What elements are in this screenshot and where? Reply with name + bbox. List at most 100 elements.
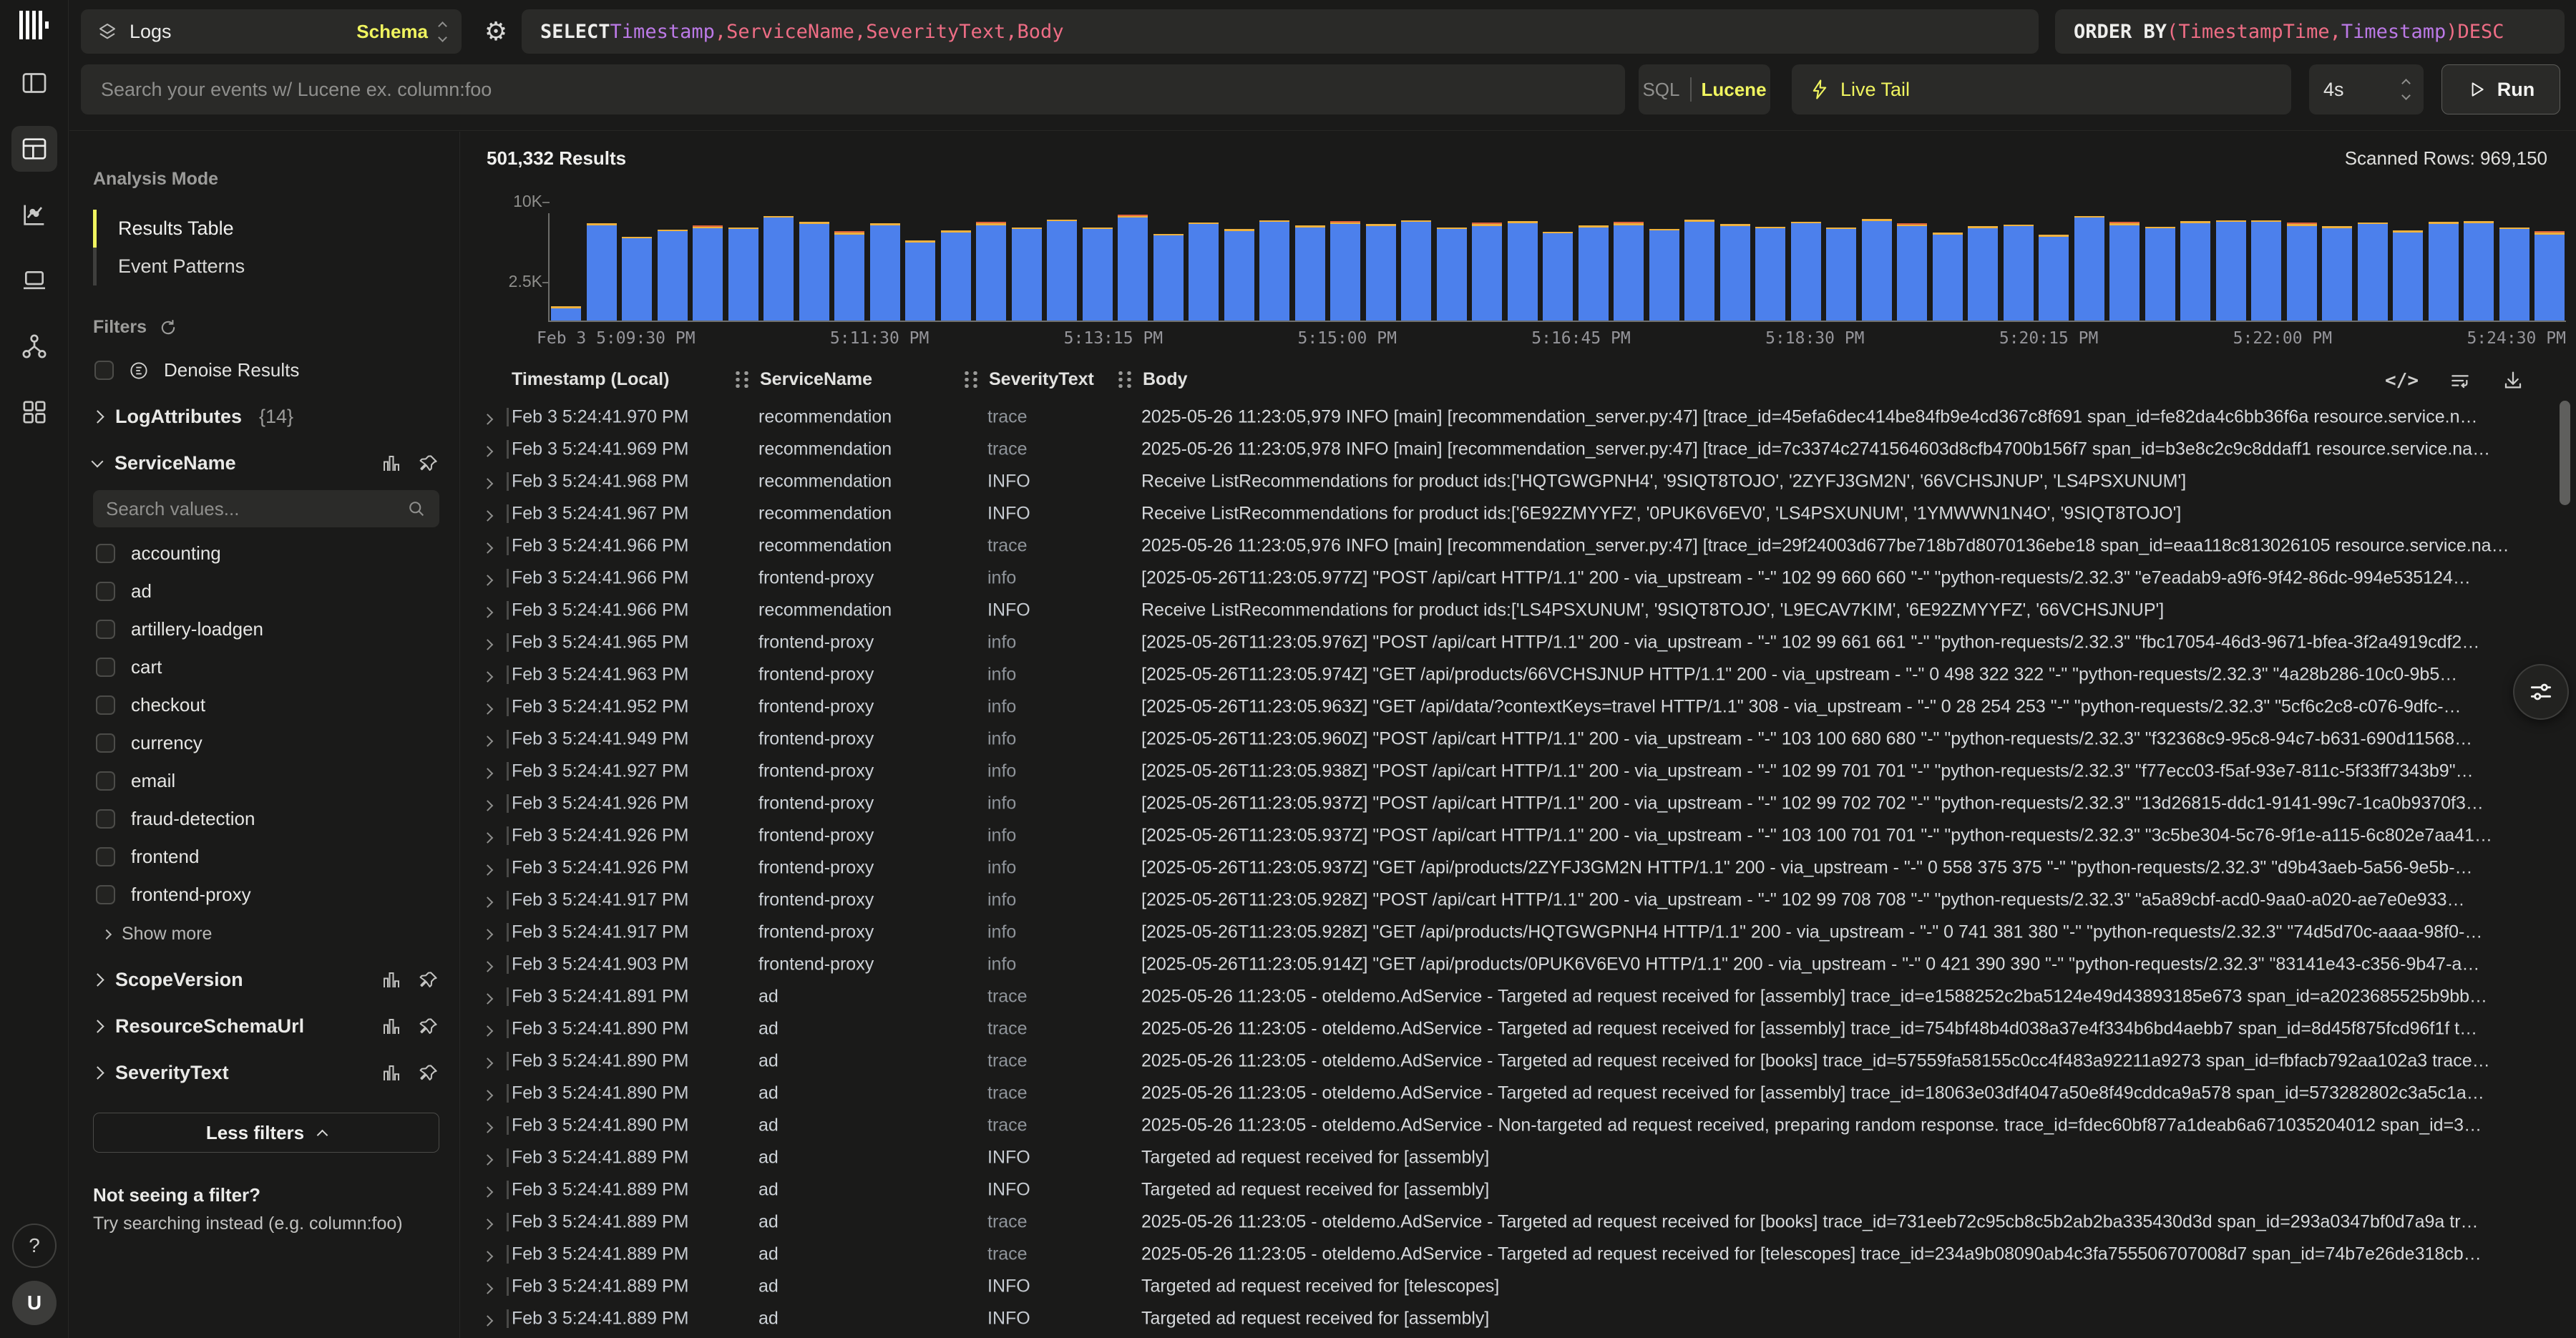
checkbox[interactable] [96, 847, 115, 866]
drag-handle-icon[interactable] [1117, 371, 1133, 388]
table-row[interactable]: Feb 3 5:24:41.963 PMfrontend-proxyinfo[2… [461, 658, 2576, 690]
checkbox[interactable] [96, 809, 115, 829]
histogram-bar[interactable] [658, 230, 688, 321]
row-expand-chevron[interactable] [484, 567, 492, 589]
less-filters-button[interactable]: Less filters [93, 1113, 439, 1153]
checkbox[interactable] [96, 885, 115, 904]
table-row[interactable]: Feb 3 5:24:41.889 PMadINFOTargeted ad re… [461, 1141, 2576, 1173]
run-button[interactable]: Run [2441, 64, 2560, 114]
sidebar-item-panels[interactable] [0, 50, 69, 116]
table-row[interactable]: Feb 3 5:24:41.926 PMfrontend-proxyinfo[2… [461, 851, 2576, 884]
row-expand-chevron[interactable] [484, 1307, 492, 1329]
table-row[interactable]: Feb 3 5:24:41.970 PMrecommendationtrace2… [461, 401, 2576, 433]
histogram-bar[interactable] [2074, 216, 2104, 321]
histogram-bar[interactable] [1153, 234, 1184, 321]
column-settings-fab[interactable] [2513, 664, 2569, 720]
row-expand-chevron[interactable] [484, 856, 492, 879]
histogram-bar[interactable] [1684, 220, 1714, 321]
row-expand-chevron[interactable] [484, 953, 492, 975]
histogram-bar[interactable] [622, 237, 652, 321]
histogram-bar[interactable] [1189, 223, 1219, 321]
checkbox[interactable] [96, 544, 115, 563]
row-expand-chevron[interactable] [484, 824, 492, 846]
row-expand-chevron[interactable] [484, 728, 492, 750]
group-chart-icon[interactable] [381, 453, 402, 474]
histogram-bar[interactable] [1047, 220, 1077, 321]
histogram-bar[interactable] [1614, 222, 1644, 321]
query-language-toggle[interactable]: SQL Lucene [1639, 64, 1770, 114]
service-filter-email[interactable]: email [93, 762, 439, 800]
sidebar-item-search-logs[interactable] [0, 116, 69, 182]
histogram-bar[interactable] [976, 222, 1006, 321]
histogram-bar[interactable] [2358, 223, 2388, 321]
histogram-bar[interactable] [2393, 230, 2423, 321]
histogram-bar[interactable] [799, 222, 829, 321]
histogram-bar[interactable] [728, 228, 758, 321]
show-more-button[interactable]: Show more [103, 924, 439, 944]
row-expand-chevron[interactable] [484, 921, 492, 943]
service-filter-currency[interactable]: currency [93, 724, 439, 762]
histogram-bar[interactable] [1579, 225, 1609, 321]
table-row[interactable]: Feb 3 5:24:41.968 PMrecommendationINFORe… [461, 465, 2576, 497]
histogram-bar[interactable] [1933, 233, 1963, 321]
table-row[interactable]: Feb 3 5:24:41.969 PMrecommendationtrace2… [461, 433, 2576, 465]
row-expand-chevron[interactable] [484, 1050, 492, 1072]
row-expand-chevron[interactable] [484, 1275, 492, 1297]
row-expand-chevron[interactable] [484, 534, 492, 557]
live-tail-button[interactable]: Live Tail [1792, 64, 2291, 114]
sidebar-item-service-map[interactable] [0, 313, 69, 379]
table-row[interactable]: Feb 3 5:24:41.926 PMfrontend-proxyinfo[2… [461, 787, 2576, 819]
stepper-arrows-icon[interactable] [2403, 80, 2409, 99]
table-row[interactable]: Feb 3 5:24:41.890 PMadtrace2025-05-26 11… [461, 1077, 2576, 1109]
row-expand-chevron[interactable] [484, 599, 492, 621]
vertical-scrollbar[interactable] [2560, 401, 2570, 505]
checkbox[interactable] [96, 695, 115, 715]
row-expand-chevron[interactable] [484, 663, 492, 685]
histogram-bar[interactable] [2145, 227, 2175, 321]
filter-group-servicename[interactable]: ServiceName [93, 452, 439, 474]
row-expand-chevron[interactable] [484, 438, 492, 460]
histogram-bar[interactable] [551, 306, 581, 321]
table-row[interactable]: Feb 3 5:24:41.966 PMrecommendationtrace2… [461, 529, 2576, 562]
histogram-bar[interactable] [2004, 225, 2034, 321]
histogram-bar[interactable] [1224, 229, 1254, 321]
histogram-bar[interactable] [2322, 226, 2352, 321]
search-input[interactable]: Search your events w/ Lucene ex. column:… [81, 64, 1625, 114]
download-icon[interactable] [2502, 369, 2524, 392]
group-pin-icon[interactable] [418, 1063, 439, 1084]
col-timestamp[interactable]: Timestamp (Local) [512, 369, 669, 390]
row-expand-chevron[interactable] [484, 695, 492, 718]
histogram-bar[interactable] [1968, 226, 1998, 321]
histogram-bar[interactable] [2180, 221, 2210, 321]
histogram-bar[interactable] [587, 223, 617, 321]
histogram-bar[interactable] [2429, 222, 2459, 321]
sql-order-by-editor[interactable]: ORDER BY (TimestampTime, Timestamp) DESC [2055, 9, 2565, 54]
row-expand-chevron[interactable] [484, 470, 492, 492]
drag-handle-icon[interactable] [963, 371, 979, 388]
row-expand-chevron[interactable] [484, 792, 492, 814]
service-filter-frontend-proxy[interactable]: frontend-proxy [93, 876, 439, 914]
avatar[interactable]: U [12, 1281, 57, 1325]
row-expand-chevron[interactable] [484, 1017, 492, 1040]
histogram-bar[interactable] [870, 223, 900, 321]
sidebar-item-sessions[interactable] [0, 248, 69, 313]
table-row[interactable]: Feb 3 5:24:41.966 PMfrontend-proxyinfo[2… [461, 562, 2576, 594]
row-expand-chevron[interactable] [484, 985, 492, 1007]
table-row[interactable]: Feb 3 5:24:41.891 PMadtrace2025-05-26 11… [461, 980, 2576, 1012]
table-row[interactable]: Feb 3 5:24:41.889 PMadINFOTargeted ad re… [461, 1270, 2576, 1302]
filter-group-severitytext[interactable]: SeverityText [93, 1062, 439, 1084]
checkbox[interactable] [96, 620, 115, 639]
histogram-bar[interactable] [905, 240, 935, 321]
histogram-bars[interactable] [548, 213, 2566, 322]
row-expand-chevron[interactable] [484, 1082, 492, 1104]
mode-event-patterns[interactable]: Event Patterns [93, 248, 439, 285]
table-row[interactable]: Feb 3 5:24:41.917 PMfrontend-proxyinfo[2… [461, 916, 2576, 948]
sidebar-item-dashboards[interactable] [0, 379, 69, 445]
histogram-bar[interactable] [1826, 228, 1856, 321]
histogram-bar[interactable] [1755, 227, 1785, 321]
row-expand-chevron[interactable] [484, 889, 492, 911]
col-severitytext[interactable]: SeverityText [963, 369, 1094, 390]
row-expand-chevron[interactable] [484, 631, 492, 653]
table-row[interactable]: Feb 3 5:24:41.949 PMfrontend-proxyinfo[2… [461, 723, 2576, 755]
histogram-bar[interactable] [1508, 221, 1538, 321]
